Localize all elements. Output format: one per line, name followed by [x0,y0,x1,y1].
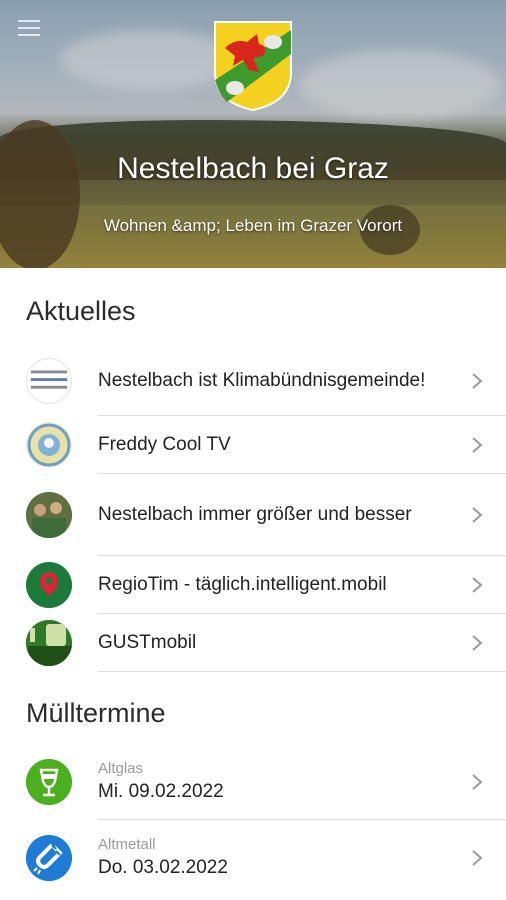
news-item-label: Freddy Cool TV [98,434,231,455]
chevron-right-icon [472,373,483,389]
news-item[interactable]: Nestelbach immer größer und besser [0,474,506,556]
news-list: Nestelbach ist Klimabündnisgemeinde! Fre… [0,346,506,672]
page-subtitle: Wohnen &amp; Leben im Grazer Vorort [103,216,403,235]
news-item[interactable]: Nestelbach ist Klimabündnisgemeinde! [0,346,506,416]
waste-item[interactable]: Altglas Mi. 09.02.2022 [0,744,506,820]
waste-type-label: Altglas [98,760,144,777]
news-item[interactable]: Freddy Cool TV [0,416,506,474]
community-photo-icon [26,492,72,538]
waste-date-label: Mi. 09.02.2022 [98,781,224,802]
waste-section-title: Mülltermine [26,698,166,728]
chevron-right-icon [472,774,483,790]
waste-item[interactable]: Altmetall Do. 03.02.2022 [0,820,506,896]
waste-list: Altglas Mi. 09.02.2022 Altmetall Do. 03.… [0,744,506,896]
magnet-icon [26,835,72,881]
news-item[interactable]: GUSTmobil [0,614,506,672]
chevron-right-icon [472,577,483,593]
waste-type-label: Altmetall [98,836,156,853]
menu-icon[interactable] [18,20,40,36]
news-item-label: Nestelbach ist Klimabündnisgemeinde! [98,370,426,391]
waste-date-label: Do. 03.02.2022 [98,857,228,878]
header-banner: Nestelbach bei Graz Wohnen &amp; Leben i… [0,0,506,268]
freddy-cool-badge-icon [26,422,72,468]
regiotim-logo-icon [26,562,72,608]
chevron-right-icon [472,635,483,651]
chevron-right-icon [472,850,483,866]
news-section-title: Aktuelles [26,296,136,326]
news-item-label: GUSTmobil [98,632,197,653]
chevron-right-icon [472,437,483,453]
glass-icon [26,759,72,805]
news-item-label: Nestelbach immer größer und besser [98,504,412,525]
klimabuendnis-logo-icon [26,358,72,404]
page-title: Nestelbach bei Graz [117,152,389,185]
news-item-label: RegioTim - täglich.intelligent.mobil [98,574,387,595]
news-item[interactable]: RegioTim - täglich.intelligent.mobil [0,556,506,614]
gustmobil-logo-icon [26,620,72,666]
chevron-right-icon [472,507,483,523]
coat-of-arms-icon [214,21,292,112]
